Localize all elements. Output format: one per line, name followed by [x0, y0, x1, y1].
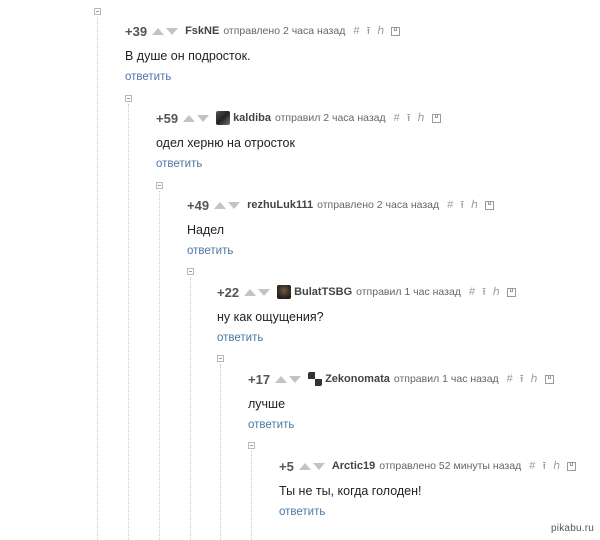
comment-header: +22 BulatTSBG отправил 1 час назад # ⭱ ℎ [217, 283, 516, 301]
reply-link[interactable]: ответить [217, 332, 263, 344]
link-icon[interactable]: ⭱ [520, 373, 524, 385]
comment-text: В душе он подросток. [125, 49, 251, 63]
collapse-toggle-icon[interactable] [94, 8, 101, 15]
arrow-up-icon[interactable] [275, 375, 288, 383]
thread-line [128, 104, 129, 540]
arrow-up-icon[interactable] [214, 201, 227, 209]
user-avatar[interactable] [308, 372, 323, 386]
link-icon[interactable]: ⭱ [542, 460, 546, 472]
link-icon[interactable]: ⭱ [407, 112, 411, 124]
branch-icon[interactable]: ℎ [553, 460, 560, 472]
comment-text: ну как ощущения? [217, 310, 324, 324]
watermark: pikabu.ru [551, 523, 594, 534]
comment-author[interactable]: Arctic19 [332, 460, 375, 472]
comment-header: +5 Arctic19 отправлено 52 минуты назад #… [279, 457, 577, 475]
collapse-toggle-icon[interactable] [187, 268, 194, 275]
comment-timestamp: отправлено 2 часа назад [223, 25, 346, 37]
comment-header: +49 rezhuLuk111 отправлено 2 часа назад … [187, 196, 495, 214]
comment-text: Надел [187, 223, 225, 237]
comment: +5 Arctic19 отправлено 52 минуты назад #… [279, 457, 577, 520]
comment-author[interactable]: FskNE [185, 25, 219, 37]
floppy-disk-icon[interactable] [485, 200, 495, 210]
reply-link[interactable]: ответить [156, 158, 202, 170]
arrow-down-icon[interactable] [197, 114, 210, 122]
thread-line [220, 364, 221, 540]
reply-link[interactable]: ответить [187, 245, 233, 257]
comment-text: Ты не ты, когда голоден! [279, 484, 422, 498]
branch-icon[interactable]: ℎ [377, 25, 384, 37]
comment-text: одел херню на отросток [156, 136, 295, 150]
comment-author[interactable]: BulatTSBG [294, 286, 352, 298]
collapse-toggle-icon[interactable] [217, 355, 224, 362]
collapse-toggle-icon[interactable] [125, 95, 132, 102]
comment-rating: +17 [248, 371, 271, 387]
arrow-down-icon[interactable] [289, 375, 302, 383]
hash-link-icon[interactable]: # [394, 112, 400, 124]
user-avatar[interactable] [277, 285, 292, 299]
comment: +22 BulatTSBG отправил 1 час назад # ⭱ ℎ… [217, 283, 516, 346]
comment-author[interactable]: rezhuLuk111 [247, 199, 313, 211]
reply-link[interactable]: ответить [248, 419, 294, 431]
reply-link[interactable]: ответить [279, 506, 325, 518]
comment: +59 kaldiba отправил 2 часа назад # ⭱ ℎ … [156, 109, 441, 172]
arrow-up-icon[interactable] [244, 288, 257, 296]
comment-rating: +59 [156, 110, 179, 126]
link-icon[interactable]: ⭱ [460, 199, 464, 211]
comment-header: +17 Zekonomata отправил 1 час назад # ⭱ … [248, 370, 554, 388]
comment-text: лучше [248, 397, 286, 411]
link-icon[interactable]: ⭱ [482, 286, 486, 298]
collapse-toggle-icon[interactable] [248, 442, 255, 449]
reply-link[interactable]: ответить [125, 71, 171, 83]
arrow-up-icon[interactable] [152, 27, 165, 35]
arrow-down-icon[interactable] [166, 27, 179, 35]
floppy-disk-icon[interactable] [431, 113, 441, 123]
comment-author[interactable]: kaldiba [233, 112, 271, 124]
branch-icon[interactable]: ℎ [418, 112, 425, 124]
thread-line [190, 277, 191, 540]
arrow-down-icon[interactable] [258, 288, 271, 296]
comment-timestamp: отправил 1 час назад [393, 373, 499, 385]
comment-timestamp: отправил 1 час назад [356, 286, 461, 298]
floppy-disk-icon[interactable] [544, 374, 554, 384]
hash-link-icon[interactable]: # [469, 286, 475, 298]
user-avatar[interactable] [216, 111, 231, 125]
collapse-toggle-icon[interactable] [156, 182, 163, 189]
branch-icon[interactable]: ℎ [493, 286, 500, 298]
thread-line [251, 451, 252, 540]
hash-link-icon[interactable]: # [447, 199, 453, 211]
comment-author[interactable]: Zekonomata [325, 373, 390, 385]
floppy-disk-icon[interactable] [391, 26, 401, 36]
comment: +39 FskNE отправлено 2 часа назад # ⭱ ℎ … [125, 22, 401, 85]
comment-timestamp: отправил 2 часа назад [274, 112, 386, 124]
branch-icon[interactable]: ℎ [531, 373, 538, 385]
thread-line [97, 17, 98, 540]
branch-icon[interactable]: ℎ [471, 199, 478, 211]
comment: +49 rezhuLuk111 отправлено 2 часа назад … [187, 196, 495, 259]
link-icon[interactable]: ⭱ [366, 25, 370, 37]
thread-line [159, 191, 160, 540]
comment-rating: +39 [125, 23, 148, 39]
comment-rating: +5 [279, 458, 294, 474]
arrow-down-icon[interactable] [228, 201, 241, 209]
arrow-up-icon[interactable] [183, 114, 196, 122]
arrow-down-icon[interactable] [312, 462, 325, 470]
comment: +17 Zekonomata отправил 1 час назад # ⭱ … [248, 370, 554, 433]
floppy-disk-icon[interactable] [567, 461, 577, 471]
floppy-disk-icon[interactable] [506, 287, 516, 297]
comment-timestamp: отправлено 2 часа назад [317, 199, 440, 211]
hash-link-icon[interactable]: # [529, 460, 535, 472]
hash-link-icon[interactable]: # [353, 25, 359, 37]
arrow-up-icon[interactable] [298, 462, 311, 470]
comment-rating: +22 [217, 284, 240, 300]
comment-rating: +49 [187, 197, 210, 213]
comment-header: +59 kaldiba отправил 2 часа назад # ⭱ ℎ [156, 109, 441, 127]
comment-timestamp: отправлено 52 минуты назад [379, 460, 522, 472]
hash-link-icon[interactable]: # [507, 373, 513, 385]
comment-header: +39 FskNE отправлено 2 часа назад # ⭱ ℎ [125, 22, 401, 40]
